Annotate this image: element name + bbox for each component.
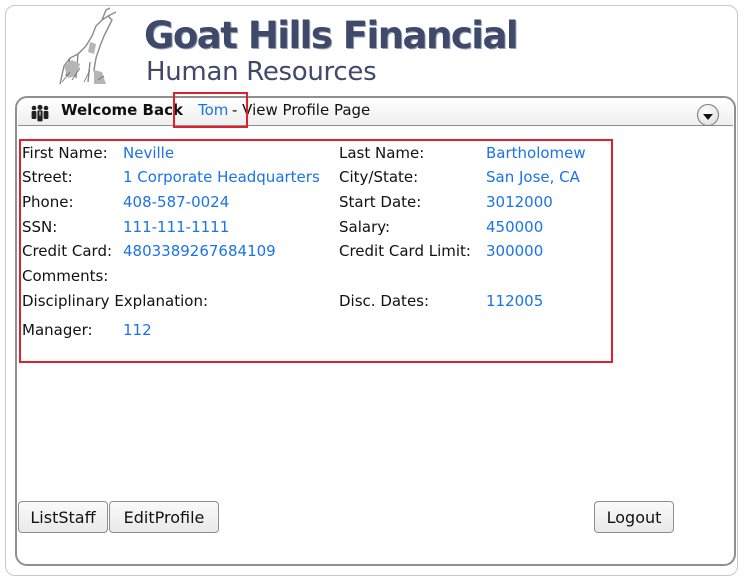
collapse-button[interactable] (697, 104, 719, 126)
salary-label: Salary: (339, 218, 391, 236)
salary-value: 450000 (486, 218, 544, 236)
welcome-text: Welcome Back (61, 101, 183, 119)
city-state-value: San Jose, CA (486, 168, 580, 186)
phone-value: 408-587-0024 (123, 193, 230, 211)
street-label: Street: (22, 168, 73, 186)
credit-limit-value: 300000 (486, 242, 544, 260)
start-date-label: Start Date: (339, 193, 422, 211)
ssn-value: 111-111-1111 (123, 218, 230, 236)
disc-dates-label: Disc. Dates: (339, 292, 430, 310)
comments-label: Comments: (22, 267, 109, 285)
last-name-value: Bartholomew (486, 144, 586, 162)
goat-logo-icon (59, 7, 117, 85)
credit-card-value: 4803389267684109 (123, 242, 276, 260)
phone-label: Phone: (22, 193, 74, 211)
ssn-label: SSN: (22, 218, 58, 236)
manager-value: 112 (123, 321, 152, 339)
department-title: Human Resources (146, 57, 377, 87)
credit-limit-label: Credit Card Limit: (339, 242, 471, 260)
logout-button[interactable]: Logout (594, 501, 674, 533)
manager-label: Manager: (22, 321, 93, 339)
chevron-down-icon (703, 113, 713, 120)
city-state-label: City/State: (339, 168, 419, 186)
user-name-highlight (173, 92, 248, 128)
last-name-label: Last Name: (339, 144, 425, 162)
users-group-icon (31, 104, 49, 122)
first-name-label: First Name: (22, 144, 108, 162)
disc-dates-value: 112005 (486, 292, 544, 310)
disciplinary-label: Disciplinary Explanation: (22, 292, 209, 310)
company-title: Goat Hills Financial (144, 14, 519, 57)
list-staff-button[interactable]: ListStaff (18, 501, 108, 533)
page-title: - View Profile Page (232, 101, 371, 119)
start-date-value: 3012000 (486, 193, 553, 211)
first-name-value: Neville (123, 144, 175, 162)
credit-card-label: Credit Card: (22, 242, 113, 260)
edit-profile-button[interactable]: EditProfile (109, 501, 219, 533)
street-value: 1 Corporate Headquarters (123, 168, 320, 186)
